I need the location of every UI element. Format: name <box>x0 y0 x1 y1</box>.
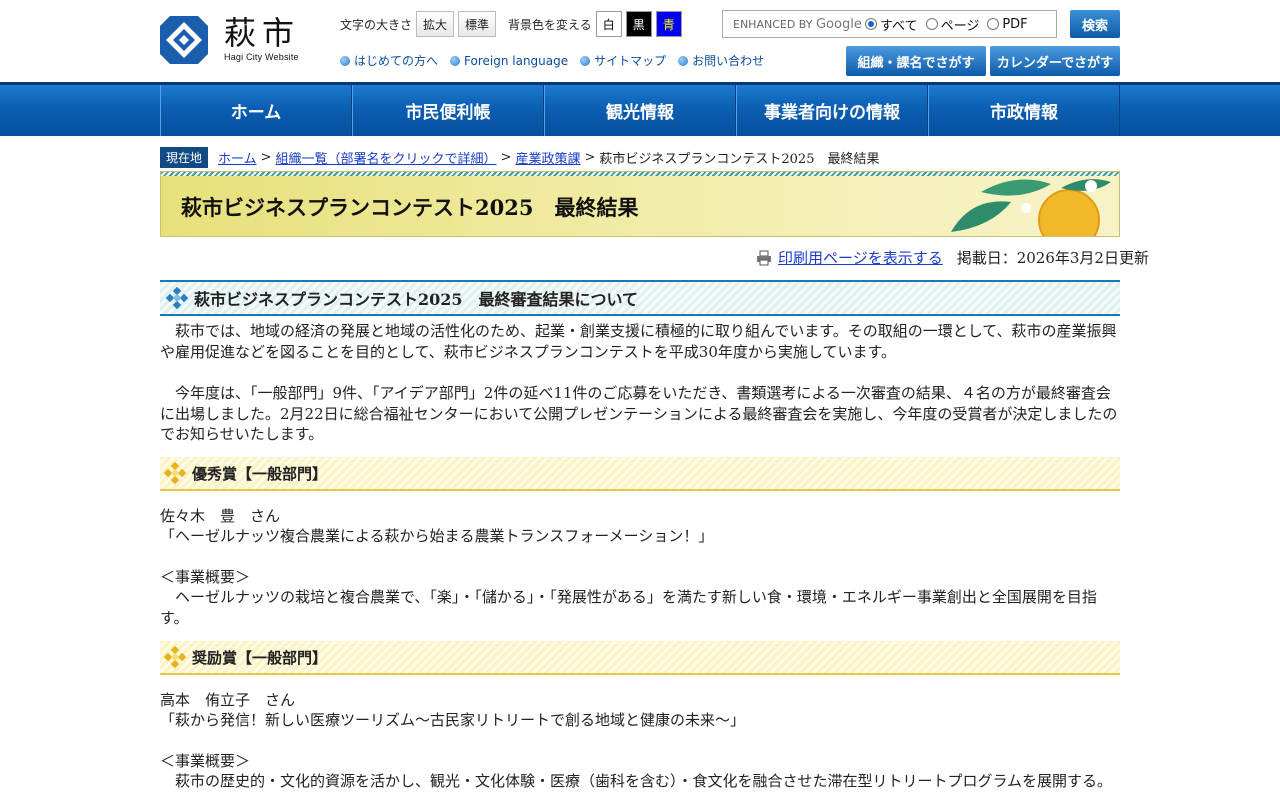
font-standard-button[interactable]: 標準 <box>458 11 497 37</box>
award-winner-name: 高本 侑立子 さん <box>160 691 296 709</box>
page-title-banner: 萩市ビジネスプランコンテスト2025 最終結果 <box>160 171 1120 237</box>
radio-checked-icon <box>865 18 877 30</box>
search-box: ENHANCED BY Google すべて ページ PDF <box>722 10 1057 38</box>
print-row: 印刷用ページを表示する 掲載日：2026年3月2日更新 <box>756 247 1149 268</box>
font-enlarge-button[interactable]: 拡大 <box>416 11 455 37</box>
award-plan-title: 「萩から発信！新しい医療ツーリズム〜古民家リトリートで創る地域と健康の未来〜」 <box>160 711 746 729</box>
site-logo[interactable]: 萩市 Hagi City Website <box>160 14 310 66</box>
radio-page[interactable]: ページ <box>925 15 979 34</box>
radio-all[interactable]: すべて <box>865 15 918 34</box>
accessibility-tools: 文字の大きさ 拡大 標準 背景色を変える 白 黒 青 <box>340 10 686 38</box>
link-first-time[interactable]: はじめての方へ <box>340 52 438 69</box>
diamond-bullet-icon <box>164 462 186 484</box>
breadcrumb-current: 萩市ビジネスプランコンテスト2025 最終結果 <box>599 152 880 167</box>
section-heading-results: 萩市ビジネスプランコンテスト2025 最終審査結果について <box>160 280 1120 316</box>
bg-blue-button[interactable]: 青 <box>655 11 682 37</box>
global-nav: ホーム 市民便利帳 観光情報 事業者向けの情報 市政情報 <box>0 82 1280 136</box>
search-button[interactable]: 検索 <box>1070 10 1120 38</box>
diamond-bullet-icon <box>166 287 188 309</box>
bg-black-button[interactable]: 黒 <box>625 11 652 37</box>
logo-english: Hagi City Website <box>224 52 299 62</box>
page-title: 萩市ビジネスプランコンテスト2025 最終結果 <box>181 195 639 220</box>
breadcrumb-industry-dept[interactable]: 産業政策課 <box>515 148 580 167</box>
bullet-icon <box>580 55 591 66</box>
section-title: 萩市ビジネスプランコンテスト2025 最終審査結果について <box>194 290 639 309</box>
award-heading-excellence: 優秀賞【一般部門】 <box>160 457 1120 491</box>
bullet-icon <box>450 55 461 66</box>
org-search-button[interactable]: 組織・課名でさがす <box>846 46 986 76</box>
award-summary: ヘーゼルナッツの栽培と複合農業で、「楽」・「儲かる」・「発展性がある」を満たす新… <box>160 588 1097 627</box>
breadcrumb: 現在地 ホーム > 組織一覧（部署名をクリックで詳細） > 産業政策課 > 萩市… <box>160 147 1120 168</box>
bg-white-button[interactable]: 白 <box>595 11 622 37</box>
link-contact[interactable]: お問い合わせ <box>678 52 764 69</box>
hagi-logo-mark <box>160 16 208 64</box>
nav-home[interactable]: ホーム <box>160 85 352 136</box>
breadcrumb-home[interactable]: ホーム <box>218 148 257 167</box>
result-paragraph: 今年度は、「一般部門」9件、「アイデア部門」2件の延べ11件のご応募をいただき、… <box>160 384 1118 443</box>
bg-color-label: 背景色を変える <box>508 17 592 32</box>
site-header: 萩市 Hagi City Website 文字の大きさ 拡大 標準 背景色を変え… <box>0 0 1280 84</box>
radio-pdf[interactable]: PDF <box>987 17 1028 32</box>
calendar-search-button[interactable]: カレンダーでさがす <box>990 46 1120 76</box>
intro-paragraph: 萩市では、地域の経済の発展と地域の活性化のため、起業・創業支援に積極的に取り組ん… <box>160 322 1117 361</box>
diamond-bullet-icon <box>164 646 186 668</box>
utility-links: はじめての方へ Foreign language サイトマップ お問い合わせ <box>340 52 776 69</box>
updated-date: 掲載日：2026年3月2日更新 <box>956 249 1149 267</box>
award-summary: 萩市の歴史的・文化的資源を活かし、観光・文化体験・医療（歯科を含む）・食文化を融… <box>160 772 1113 790</box>
radio-unchecked-icon <box>987 18 1000 30</box>
logo-kanji: 萩市 <box>224 14 301 52</box>
award-title: 優秀賞【一般部門】 <box>192 464 328 483</box>
award-winner-name: 佐々木 豊 さん <box>160 507 281 525</box>
nav-business[interactable]: 事業者向けの情報 <box>736 85 928 136</box>
breadcrumb-here-badge: 現在地 <box>160 147 209 168</box>
printer-icon <box>757 250 771 265</box>
award-title: 奨励賞【一般部門】 <box>192 648 328 667</box>
nav-tourism[interactable]: 観光情報 <box>544 85 736 136</box>
award-summary-label: ＜事業概要＞ <box>160 752 251 770</box>
radio-unchecked-icon <box>925 18 938 30</box>
award-heading-encouragement: 奨励賞【一般部門】 <box>160 641 1120 675</box>
breadcrumb-org-list[interactable]: 組織一覧（部署名をクリックで詳細） <box>276 148 497 167</box>
nav-city-admin[interactable]: 市政情報 <box>928 85 1120 136</box>
link-sitemap[interactable]: サイトマップ <box>580 52 666 69</box>
award-plan-title: 「ヘーゼルナッツ複合農業による萩から始まる農業トランスフォーメーション！」 <box>160 527 714 545</box>
bullet-icon <box>340 55 350 66</box>
link-foreign-language[interactable]: Foreign language <box>450 52 568 69</box>
nav-citizen-guide[interactable]: 市民便利帳 <box>352 85 544 136</box>
print-page-link[interactable]: 印刷用ページを表示する <box>778 247 943 268</box>
award-summary-label: ＜事業概要＞ <box>160 568 251 586</box>
search-input[interactable]: ENHANCED BY Google <box>723 17 865 32</box>
citrus-decoration-icon <box>951 179 1111 236</box>
font-size-label: 文字の大きさ <box>340 17 413 32</box>
bullet-icon <box>678 55 689 66</box>
